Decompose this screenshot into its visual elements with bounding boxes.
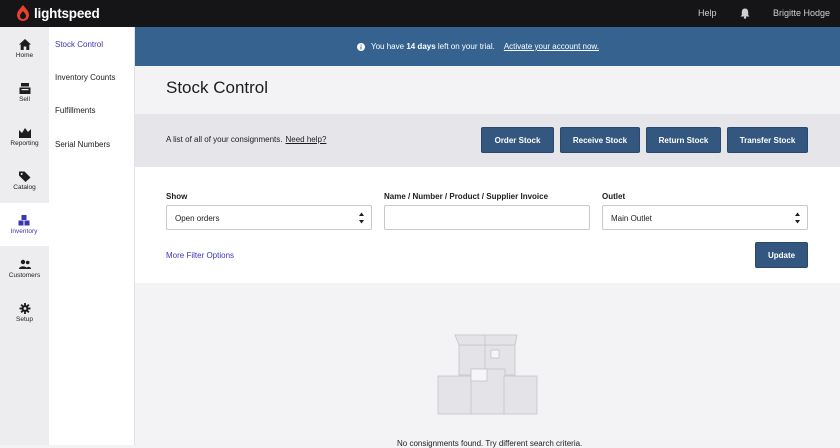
receive-stock-button[interactable]: Receive Stock (560, 127, 640, 153)
chart-icon (18, 127, 31, 138)
subnav-stock-control[interactable]: Stock Control (55, 40, 103, 49)
gear-icon (19, 302, 30, 314)
nav-inventory[interactable]: Inventory (0, 203, 49, 246)
nav-catalog[interactable]: Catalog (0, 159, 49, 202)
trial-message: You have 14 days left on your trial. Act… (357, 42, 599, 51)
activate-account-link[interactable]: Activate your account now. (504, 42, 599, 51)
help-link[interactable]: Help (698, 8, 717, 18)
search-input[interactable] (384, 205, 590, 230)
people-icon (18, 259, 31, 269)
nav-sell-label: Sell (19, 95, 30, 103)
nav-catalog-label: Catalog (13, 183, 36, 191)
trial-banner: You have 14 days left on your trial. Act… (135, 27, 840, 66)
subnav-serial-numbers[interactable]: Serial Numbers (55, 140, 110, 149)
filters-panel: Show Open orders Name / Number / Product… (135, 167, 840, 283)
nav-customers-label: Customers (8, 271, 41, 279)
show-select[interactable]: Open orders (166, 205, 372, 230)
transfer-stock-button[interactable]: Transfer Stock (727, 127, 808, 153)
more-filter-options-link[interactable]: More Filter Options (166, 251, 234, 260)
brand-name: lightspeed (34, 5, 100, 21)
nav-sell[interactable]: Sell (0, 71, 49, 114)
nav-setup-label: Setup (16, 315, 33, 323)
nav-setup[interactable]: Setup (0, 291, 49, 334)
tag-icon (18, 171, 30, 182)
nav-inventory-label: Inventory (10, 227, 38, 235)
search-label: Name / Number / Product / Supplier Invoi… (384, 192, 549, 201)
select-arrows-icon (359, 212, 364, 224)
brand-logo[interactable]: lightspeed (17, 5, 100, 21)
register-icon (19, 82, 30, 94)
info-icon (357, 42, 365, 51)
outlet-label: Outlet (602, 192, 626, 201)
update-button[interactable]: Update (755, 242, 808, 268)
nav-home[interactable]: Home (0, 27, 49, 70)
need-help-link[interactable]: Need help? (286, 135, 327, 144)
return-stock-button[interactable]: Return Stock (646, 127, 721, 153)
page-description: A list of all of your consignments. Need … (166, 135, 326, 144)
trial-suffix: left on your trial. (437, 42, 495, 51)
nav-reporting-label: Reporting (10, 139, 39, 147)
trial-prefix: You have (371, 42, 405, 51)
results-area: No consignments found. Try different sea… (135, 283, 840, 448)
select-arrows-icon (795, 212, 800, 224)
user-menu[interactable]: Brigitte Hodge (773, 8, 830, 18)
inventory-subnav: Stock Control Inventory Counts Fulfillme… (49, 27, 135, 445)
trial-days: 14 days (406, 42, 436, 51)
outlet-select[interactable]: Main Outlet (602, 205, 808, 230)
show-select-value: Open orders (175, 214, 220, 223)
boxes-icon (18, 214, 30, 225)
subnav-inventory-counts[interactable]: Inventory Counts (55, 73, 115, 82)
home-icon (18, 38, 31, 50)
nav-home-label: Home (15, 51, 34, 59)
nav-customers[interactable]: Customers (0, 247, 49, 290)
show-label: Show (166, 192, 188, 201)
empty-message: No consignments found. Try different sea… (397, 439, 583, 448)
top-bar: lightspeed Help Brigitte Hodge (0, 0, 840, 27)
page-title: Stock Control (166, 78, 269, 97)
order-stock-button[interactable]: Order Stock (481, 127, 554, 153)
description-text: A list of all of your consignments. (166, 135, 283, 144)
nav-reporting[interactable]: Reporting (0, 115, 49, 158)
bell-icon[interactable] (740, 8, 750, 19)
empty-boxes-illustration (437, 334, 538, 415)
actions-bar: A list of all of your consignments. Need … (135, 114, 840, 167)
page-header: Stock Control (135, 66, 840, 114)
outlet-select-value: Main Outlet (611, 214, 652, 223)
main-navigation: Home Sell Reporting Catalog Inventory Cu… (0, 27, 49, 445)
flame-icon (17, 5, 29, 21)
subnav-fulfillments[interactable]: Fulfillments (55, 106, 95, 115)
